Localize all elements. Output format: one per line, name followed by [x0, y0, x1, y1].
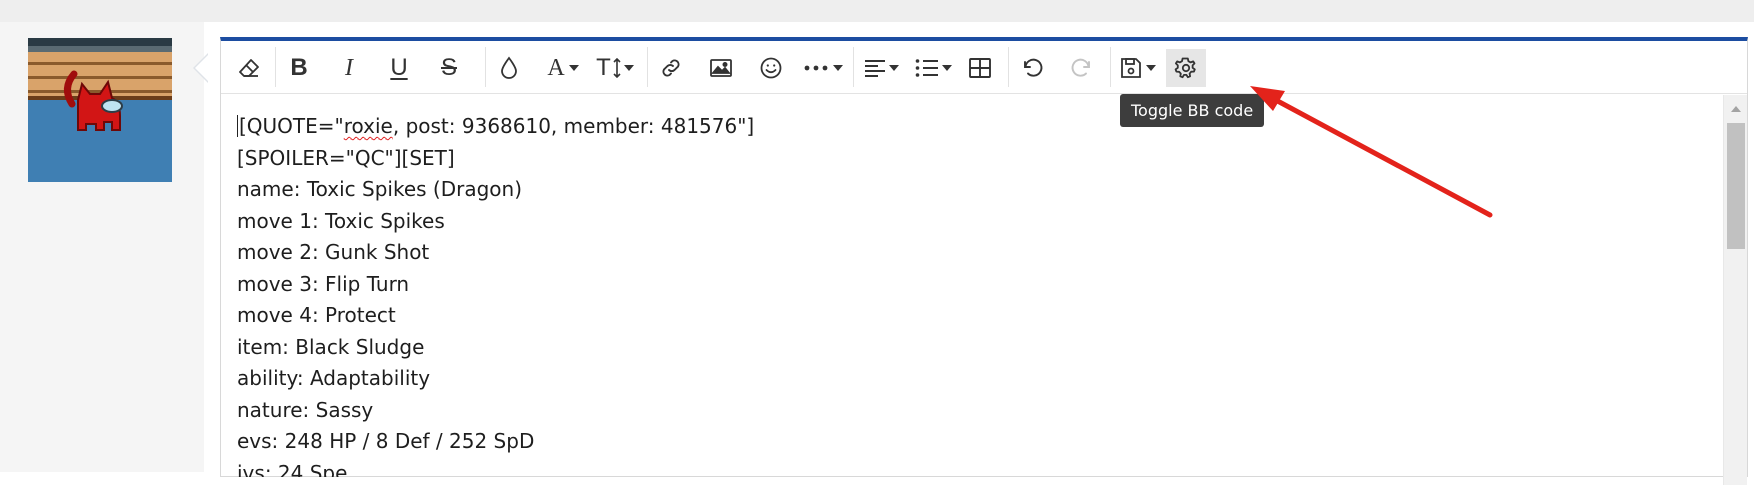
- strikethrough-icon[interactable]: S: [431, 49, 467, 87]
- avatar-image: [28, 38, 172, 182]
- editor-line: [QUOTE="roxie, post: 9368610, member: 48…: [237, 111, 1717, 143]
- size-arrows-icon: [613, 58, 621, 78]
- table-icon[interactable]: [962, 49, 998, 87]
- toolbar-separator: [275, 47, 276, 87]
- chevron-down-icon: [623, 65, 634, 71]
- underline-icon[interactable]: U: [381, 49, 417, 87]
- floppy-disk-icon[interactable]: [1114, 49, 1162, 87]
- editor-line: name: Toxic Spikes (Dragon): [237, 177, 522, 201]
- gear-icon[interactable]: [1166, 49, 1206, 87]
- chevron-down-icon: [832, 65, 843, 71]
- droplet-icon[interactable]: [491, 49, 527, 87]
- scrollbar-thumb[interactable]: [1727, 123, 1745, 249]
- align-left-icon[interactable]: [857, 49, 905, 87]
- save-icon: [1121, 58, 1141, 78]
- editor-content[interactable]: [QUOTE="roxie, post: 9368610, member: 48…: [237, 111, 1717, 477]
- tooltip: Toggle BB code: [1120, 94, 1265, 127]
- avatar[interactable]: [28, 38, 172, 182]
- editor-line: ivs: 24 Spe: [237, 460, 348, 478]
- toolbar-separator: [485, 47, 486, 87]
- editor-line: nature: Sassy: [237, 397, 374, 422]
- toolbar-separator: [647, 47, 648, 87]
- bold-glyph: B: [290, 54, 308, 81]
- eraser-icon[interactable]: [231, 49, 267, 87]
- smiley-icon[interactable]: [753, 49, 789, 87]
- bold-icon[interactable]: B: [281, 49, 317, 87]
- browser-top-strip: [0, 0, 1754, 22]
- ellipsis-icon[interactable]: [799, 49, 847, 87]
- italic-icon[interactable]: I: [331, 49, 367, 87]
- strikethrough-glyph: S: [440, 54, 457, 81]
- undo-icon[interactable]: [1014, 49, 1050, 87]
- align-lines-icon: [864, 60, 885, 77]
- editor-scrollbar[interactable]: [1723, 95, 1747, 485]
- italic-glyph: I: [345, 55, 353, 81]
- dots-icon: [804, 65, 827, 71]
- editor-line: move 3: Flip Turn: [237, 271, 410, 296]
- list-lines-icon: [915, 59, 938, 77]
- font-family-glyph: A: [547, 55, 565, 81]
- toolbar-separator: [853, 47, 854, 87]
- font-size-glyph: T: [596, 54, 611, 81]
- underline-glyph: U: [390, 54, 408, 81]
- quote-prefix: [QUOTE=": [239, 114, 344, 138]
- chevron-down-icon: [941, 65, 952, 71]
- chevron-down-icon: [568, 65, 579, 71]
- chevron-down-icon: [888, 65, 899, 71]
- editor-line: item: Black Sludge: [237, 334, 425, 359]
- list-icon[interactable]: [909, 49, 957, 87]
- rich-text-editor: B I U S A T [QUOTE="roxie, post: 9368610…: [220, 37, 1748, 485]
- quote-suffix: , post: 9368610, member: 481576"]: [392, 114, 755, 138]
- chevron-down-icon: [1146, 65, 1156, 71]
- editor-line: move 2: Gunk Shot: [237, 240, 430, 264]
- image-icon[interactable]: [703, 49, 739, 87]
- editor-line: ability: Adaptability: [237, 366, 431, 390]
- toolbar-separator: [1110, 47, 1111, 87]
- editor-toolbar: B I U S A T: [221, 41, 1747, 94]
- editor-line: move 1: Toxic Spikes: [237, 208, 445, 233]
- link-icon[interactable]: [653, 49, 689, 87]
- editor-line: evs: 248 HP / 8 Def / 252 SpD: [237, 429, 535, 453]
- toolbar-separator: [1008, 47, 1009, 87]
- message-caret: [193, 53, 209, 83]
- font-family-icon[interactable]: A: [539, 49, 587, 87]
- editor-line: move 4: Protect: [237, 303, 396, 327]
- redo-icon[interactable]: [1064, 49, 1100, 87]
- editor-line: [SPOILER="QC"][SET]: [237, 145, 455, 170]
- misspelled-word[interactable]: roxie: [344, 114, 393, 138]
- scroll-up-icon[interactable]: [1731, 106, 1741, 112]
- font-size-icon[interactable]: T: [591, 49, 639, 87]
- text-cursor: [237, 115, 238, 137]
